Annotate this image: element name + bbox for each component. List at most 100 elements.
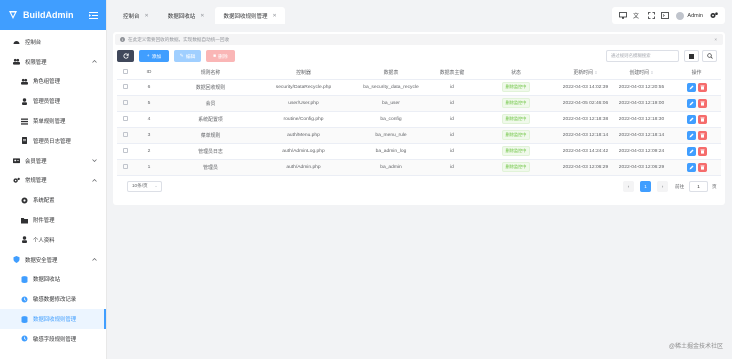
name-cell: 管理员 [164, 159, 257, 176]
delete-button[interactable]: ■ 删除 [206, 50, 235, 62]
users-icon [13, 58, 20, 65]
edit-row-button[interactable] [686, 98, 696, 108]
prev-page-button[interactable]: ‹ [623, 180, 634, 192]
edit-row-button[interactable] [686, 114, 696, 124]
tab-data-recycle-rule[interactable]: 数据回收规则管理 ✕ [215, 7, 285, 24]
group-icon [21, 78, 28, 85]
sidebar-item-group[interactable]: 角色组管理 [0, 72, 106, 92]
sidebar-item-sensitive-log[interactable]: 敏感数据修改记录 [0, 289, 106, 309]
next-page-button[interactable]: › [657, 180, 668, 192]
column-header-sortable[interactable]: 更新时间 ⇕ [560, 67, 611, 80]
sidebar-item-sensitive-rule[interactable]: 敏感字段规则管理 [0, 329, 106, 349]
sidebar-item-auth[interactable]: 权限管理 [0, 52, 106, 72]
sidebar-item-admin-log[interactable]: 管理员日志管理 [0, 131, 106, 151]
sidebar-item-label: 角色组管理 [33, 79, 60, 86]
sidebar-item-user[interactable]: 会员管理 [0, 151, 106, 171]
row-checkbox[interactable] [123, 163, 128, 169]
close-icon[interactable]: ✕ [272, 13, 276, 19]
edit-row-button[interactable] [686, 130, 696, 140]
translate-icon[interactable]: 文 [630, 9, 644, 23]
delete-row-button[interactable] [697, 130, 707, 140]
sidebar-item-label: 数据安全管理 [25, 257, 58, 264]
column-header-sortable[interactable]: 创建时间 ⇕ [611, 67, 672, 80]
fullscreen-icon[interactable] [644, 9, 658, 23]
sidebar-item-data-recycle-rule[interactable]: 数据回收规则管理 [0, 309, 106, 329]
delete-row-button[interactable] [697, 114, 707, 124]
table-cell: ba_menu_rule [350, 127, 432, 144]
row-checkbox[interactable] [123, 83, 128, 89]
sidebar-item-config[interactable]: 系统配置 [0, 190, 106, 210]
settings-icon[interactable] [707, 9, 721, 23]
table-cell: ba_config [350, 111, 432, 128]
page-size-select[interactable]: 10条/页 ⌄ [127, 180, 162, 192]
table-cell: ba_user [350, 95, 432, 112]
pencil-icon [689, 117, 693, 121]
plus-icon: + [146, 53, 150, 59]
terminal-icon[interactable] [658, 9, 672, 23]
sidebar-item-attachment[interactable]: 附件管理 [0, 210, 106, 230]
status-cell: 删除监控中 [472, 95, 560, 112]
name-cell: 会员 [164, 95, 257, 112]
delete-button-label: 删除 [218, 54, 228, 60]
row-select-cell[interactable] [117, 95, 134, 112]
brand-title: BuildAdmin [23, 10, 74, 20]
refresh-button[interactable] [117, 50, 134, 62]
name-cell: 管理员日志 [164, 143, 257, 160]
page-number-button[interactable]: 1 [640, 180, 651, 192]
menu-fold-icon[interactable] [89, 11, 98, 20]
row-checkbox[interactable] [123, 99, 128, 105]
row-select-cell[interactable] [117, 143, 134, 160]
tab-label: 数据回收规则管理 [223, 13, 268, 20]
sidebar-item-security[interactable]: 数据安全管理 [0, 250, 106, 270]
sidebar-item-label: 数据回收站 [33, 277, 60, 284]
delete-row-button[interactable] [697, 146, 707, 156]
edit-row-button[interactable] [686, 146, 696, 156]
close-icon[interactable]: × [714, 37, 717, 42]
row-select-cell[interactable] [117, 159, 134, 176]
row-checkbox[interactable] [123, 131, 128, 137]
tab-data-recycle-log[interactable]: 数据回收站 ✕ [160, 7, 213, 24]
sort-icon[interactable]: ⇕ [594, 70, 597, 75]
delete-row-button[interactable] [697, 162, 707, 172]
delete-row-button[interactable] [697, 82, 707, 92]
refresh-icon [122, 53, 129, 59]
row-select-cell[interactable] [117, 111, 134, 128]
add-button[interactable]: + 添加 [139, 50, 169, 62]
sidebar: BuildAdmin 控制台 权限管理 角色组管理 管理员管理 菜单规则管理 管… [0, 0, 107, 359]
chevron-down-icon [92, 159, 97, 162]
search-button[interactable] [702, 50, 717, 62]
monitor-icon[interactable] [616, 9, 630, 23]
search-input[interactable]: 通过规则名模糊搜索 [606, 50, 679, 62]
user-menu[interactable]: Admin [676, 11, 703, 20]
sort-icon[interactable]: ⇕ [650, 70, 653, 75]
column-toggle-button[interactable] [684, 50, 699, 62]
sidebar-item-menu-rule[interactable]: 菜单规则管理 [0, 111, 106, 131]
sidebar-item-routine[interactable]: 常规管理 [0, 171, 106, 191]
close-icon[interactable]: ✕ [145, 13, 149, 19]
sidebar-item-dashboard[interactable]: 控制台 [0, 32, 106, 52]
row-select-cell[interactable] [117, 127, 134, 144]
sidebar-item-label: 会员管理 [25, 158, 47, 165]
data-table: ID 规则名称 控制器 数据表 数据表主键 状态 更新时间 ⇕ 创建时间 ⇕ 操… [117, 67, 721, 176]
edit-row-button[interactable] [686, 82, 696, 92]
name-cell: 数据回收规则 [164, 79, 257, 96]
sidebar-item-data-recycle-log[interactable]: 数据回收站 [0, 270, 106, 290]
sidebar-item-label: 控制台 [25, 39, 42, 46]
idcard-icon [13, 157, 20, 164]
close-icon[interactable]: ✕ [200, 13, 204, 19]
row-checkbox[interactable] [123, 147, 128, 153]
select-all-cell[interactable] [117, 67, 134, 80]
pencil-icon [689, 149, 693, 153]
edit-row-button[interactable] [686, 162, 696, 172]
row-select-cell[interactable] [117, 79, 134, 96]
goto-page-input[interactable]: 1 [689, 180, 708, 192]
pencil-icon [689, 85, 693, 89]
delete-row-button[interactable] [697, 98, 707, 108]
tab-dashboard[interactable]: 控制台 ✕ [115, 7, 157, 24]
sidebar-item-profile[interactable]: 个人资料 [0, 230, 106, 250]
row-checkbox[interactable] [123, 115, 128, 121]
sidebar-item-admin[interactable]: 管理员管理 [0, 91, 106, 111]
edit-button[interactable]: ✎ 编辑 [174, 50, 201, 62]
pk-cell: id [432, 79, 472, 96]
select-all-checkbox[interactable] [123, 69, 128, 75]
